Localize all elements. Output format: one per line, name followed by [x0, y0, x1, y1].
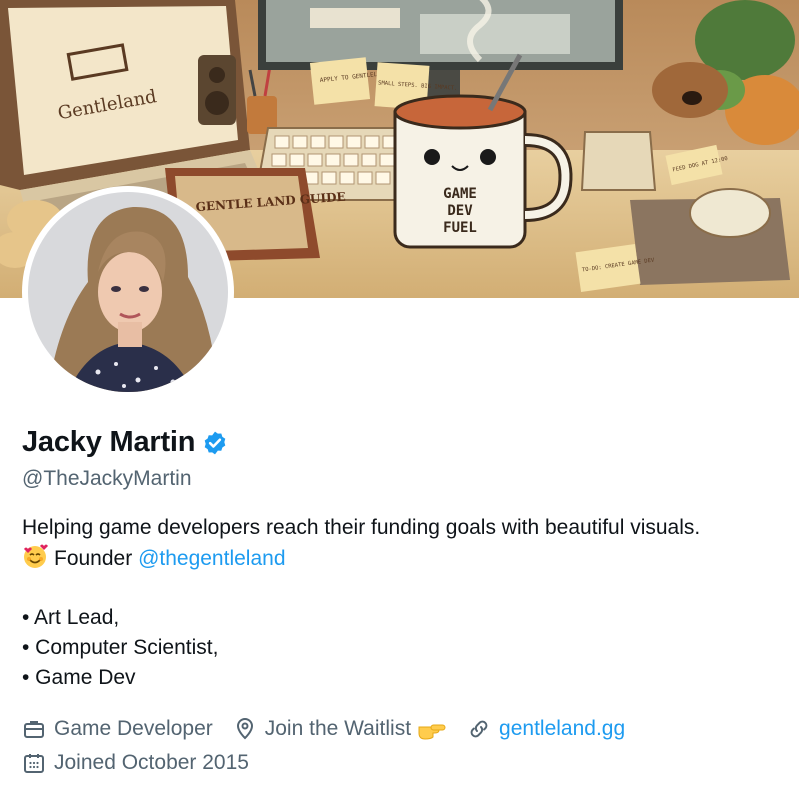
- bio-mention-link[interactable]: @thegentleland: [138, 547, 285, 570]
- avatar-photo: [28, 192, 228, 392]
- svg-text:GAME: GAME: [443, 186, 477, 202]
- joined-text: Joined October 2015: [54, 751, 249, 774]
- bio-list-item: • Computer Scientist,: [22, 636, 219, 659]
- location-pin-icon: [236, 718, 253, 740]
- profession-item: Game Developer: [22, 717, 213, 741]
- joined-item: Joined October 2015: [22, 751, 249, 775]
- profile-avatar[interactable]: [22, 186, 234, 398]
- website-item[interactable]: gentleland.gg: [467, 717, 625, 741]
- profession-text: Game Developer: [54, 717, 213, 740]
- svg-text:DEV: DEV: [447, 203, 473, 219]
- bio-founder-line: Founder @thegentleland: [22, 543, 792, 573]
- dog-illustration: [652, 62, 728, 118]
- bio-line: Helping game developers reach their fund…: [22, 516, 701, 539]
- location-item: Join the Waitlist: [233, 717, 447, 741]
- profile-name-row: Jacky Martin: [22, 426, 228, 459]
- bio-founder-label: Founder: [54, 547, 133, 570]
- profile-meta: Game Developer Join the Waitlist gentlel…: [22, 712, 645, 780]
- profile-name: Jacky Martin: [22, 426, 196, 458]
- briefcase-icon: [24, 721, 44, 738]
- bio-list-item: • Game Dev: [22, 666, 136, 689]
- profile-handle: @TheJackyMartin: [22, 467, 192, 490]
- calendar-icon: [24, 754, 44, 773]
- link-icon: [470, 720, 488, 738]
- location-text: Join the Waitlist: [264, 717, 412, 740]
- verified-badge-icon[interactable]: [202, 430, 228, 456]
- pointing-hand-emoji: [418, 724, 446, 740]
- profile-bio: Helping game developers reach their fund…: [22, 513, 792, 693]
- smiling-face-with-hearts-emoji: [24, 544, 48, 568]
- bio-spacer: [22, 573, 792, 603]
- mouse-illustration: [689, 188, 771, 238]
- bio-list-item: • Art Lead,: [22, 606, 120, 629]
- svg-text:FUEL: FUEL: [443, 220, 477, 236]
- website-link[interactable]: gentleland.gg: [499, 717, 625, 741]
